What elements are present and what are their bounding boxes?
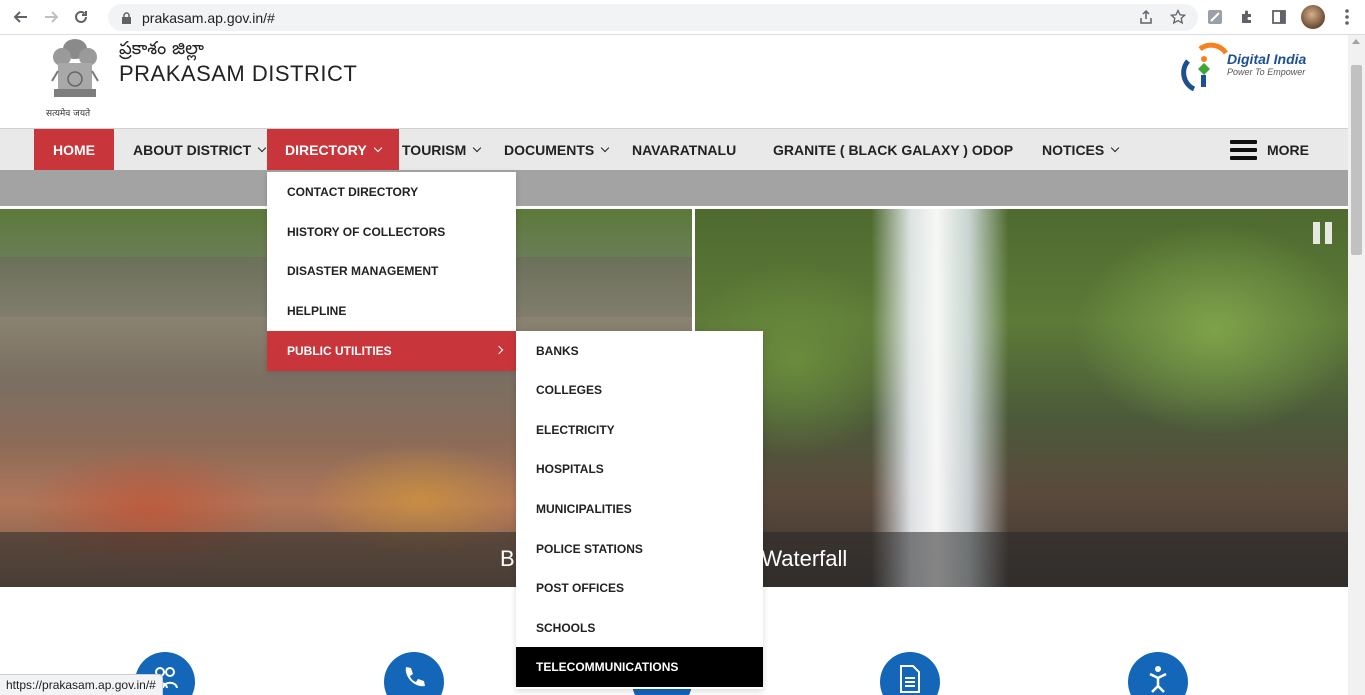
chevron-down-icon <box>600 143 610 153</box>
profile-avatar[interactable] <box>1301 5 1325 29</box>
nav-documents[interactable]: DOCUMENTS <box>504 129 610 171</box>
chevron-down-icon <box>1110 143 1120 153</box>
telugu-district-title: ప్రకాశం జిల్లా <box>119 38 204 59</box>
slide-image-waterfall <box>695 209 1348 587</box>
submenu-item-label: TELECOMMUNICATIONS <box>536 660 679 674</box>
more-label: MORE <box>1267 142 1309 158</box>
status-bar-url: https://prakasam.ap.gov.in/# <box>0 674 163 695</box>
nav-navaratnalu-label: NAVARATNALU <box>632 142 737 158</box>
page-title[interactable]: PRAKASAM DISTRICT <box>119 61 357 87</box>
grey-separator-band <box>0 170 1348 206</box>
submenu-item-police-stations[interactable]: POLICE STATIONS <box>516 529 763 569</box>
page-content: सत्यमेव जयते ప్రకాశం జిల్లా PRAKASAM DIS… <box>0 35 1348 695</box>
submenu-item-label: POST OFFICES <box>536 581 625 595</box>
nav-home-label: HOME <box>53 142 95 158</box>
emblem-motto: सत्यमेव जयते <box>46 109 91 119</box>
submenu-item-label: ELECTRICITY <box>536 423 615 437</box>
share-icon[interactable] <box>1138 9 1154 30</box>
reload-icon[interactable] <box>66 2 96 32</box>
hamburger-icon <box>1230 140 1257 160</box>
scroll-up-arrow-icon[interactable] <box>1352 39 1360 44</box>
nav-home[interactable]: HOME <box>34 129 114 171</box>
submenu-item-label: MUNICIPALITIES <box>536 502 632 516</box>
person-activity-icon[interactable] <box>1128 652 1188 695</box>
nav-about-label: ABOUT DISTRICT <box>133 142 252 158</box>
submenu-item-hospitals[interactable]: HOSPITALS <box>516 449 763 489</box>
submenu-item-label: SCHOOLS <box>536 621 596 635</box>
address-bar[interactable]: prakasam.ap.gov.in/# <box>108 4 1198 31</box>
more-menu-button[interactable]: MORE <box>1230 129 1309 171</box>
submenu-item-telecommunications[interactable]: TELECOMMUNICATIONS <box>516 647 763 687</box>
dropdown-item-public-utilities[interactable]: PUBLIC UTILITIES <box>267 331 516 371</box>
back-icon[interactable] <box>6 2 36 32</box>
submenu-item-municipalities[interactable]: MUNICIPALITIES <box>516 489 763 529</box>
submenu-item-label: COLLEGES <box>536 383 603 397</box>
url-text: prakasam.ap.gov.in/# <box>142 9 275 26</box>
submenu-item-label: POLICE STATIONS <box>536 542 643 556</box>
nav-directory[interactable]: DIRECTORY <box>267 129 399 171</box>
submenu-item-post-offices[interactable]: POST OFFICES <box>516 568 763 608</box>
site-header: सत्यमेव जयते ప్రకాశం జిల్లా PRAKASAM DIS… <box>0 35 1348 128</box>
nav-notices-label: NOTICES <box>1042 142 1105 158</box>
public-utilities-submenu: BANKS COLLEGES ELECTRICITY HOSPITALS MUN… <box>516 331 763 689</box>
nav-navaratnalu[interactable]: NAVARATNALU <box>632 129 736 171</box>
lock-icon[interactable] <box>120 11 132 24</box>
main-navigation: HOME ABOUT DISTRICT DIRECTORY TOURISM DO… <box>0 128 1348 171</box>
nav-documents-label: DOCUMENTS <box>504 142 595 158</box>
nav-tourism-label: TOURISM <box>402 142 467 158</box>
submenu-item-colleges[interactable]: COLLEGES <box>516 370 763 410</box>
side-panel-icon[interactable] <box>1269 7 1289 27</box>
nav-notices[interactable]: NOTICES <box>1042 129 1120 171</box>
digital-india-tagline: Power To Empower <box>1227 67 1306 77</box>
forward-icon[interactable] <box>36 2 66 32</box>
extension-app-icon[interactable] <box>1205 7 1225 27</box>
phone-icon[interactable] <box>384 652 444 695</box>
dropdown-item-label: DISASTER MANAGEMENT <box>287 264 439 278</box>
dropdown-item-label: PUBLIC UTILITIES <box>287 344 392 358</box>
browser-menu-icon[interactable] <box>1337 7 1357 27</box>
chevron-right-icon <box>494 345 504 355</box>
nav-about-district[interactable]: ABOUT DISTRICT <box>133 129 267 171</box>
extensions-puzzle-icon[interactable] <box>1237 7 1257 27</box>
digital-india-title: Digital India <box>1227 51 1307 67</box>
directory-dropdown: CONTACT DIRECTORY HISTORY OF COLLECTORS … <box>267 172 516 371</box>
submenu-item-electricity[interactable]: ELECTRICITY <box>516 410 763 450</box>
browser-toolbar: prakasam.ap.gov.in/# <box>0 0 1365 35</box>
chevron-down-icon <box>373 143 382 153</box>
scrollbar-thumb[interactable] <box>1351 65 1362 255</box>
dropdown-item-label: HELPLINE <box>287 304 347 318</box>
dropdown-item-contact-directory[interactable]: CONTACT DIRECTORY <box>267 172 516 212</box>
submenu-item-label: BANKS <box>536 344 579 358</box>
bookmark-star-icon[interactable] <box>1169 8 1187 30</box>
nav-tourism[interactable]: TOURISM <box>402 129 482 171</box>
chevron-down-icon <box>257 143 267 153</box>
document-icon[interactable] <box>880 652 940 695</box>
submenu-item-schools[interactable]: SCHOOLS <box>516 608 763 648</box>
dropdown-item-label: HISTORY OF COLLECTORS <box>287 225 446 239</box>
page-scrollbar[interactable] <box>1348 35 1365 695</box>
chevron-down-icon <box>473 143 482 153</box>
nav-granite-odop[interactable]: GRANITE ( BLACK GALAXY ) ODOP <box>773 129 1013 171</box>
dropdown-item-history-of-collectors[interactable]: HISTORY OF COLLECTORS <box>267 212 516 252</box>
dropdown-item-disaster-management[interactable]: DISASTER MANAGEMENT <box>267 251 516 291</box>
nav-directory-label: DIRECTORY <box>285 142 367 158</box>
pause-icon[interactable] <box>1313 222 1335 244</box>
nav-granite-label: GRANITE ( BLACK GALAXY ) ODOP <box>773 142 1014 158</box>
submenu-item-banks[interactable]: BANKS <box>516 331 763 371</box>
dropdown-item-label: CONTACT DIRECTORY <box>287 185 419 199</box>
submenu-item-label: HOSPITALS <box>536 462 604 476</box>
dropdown-item-helpline[interactable]: HELPLINE <box>267 291 516 331</box>
